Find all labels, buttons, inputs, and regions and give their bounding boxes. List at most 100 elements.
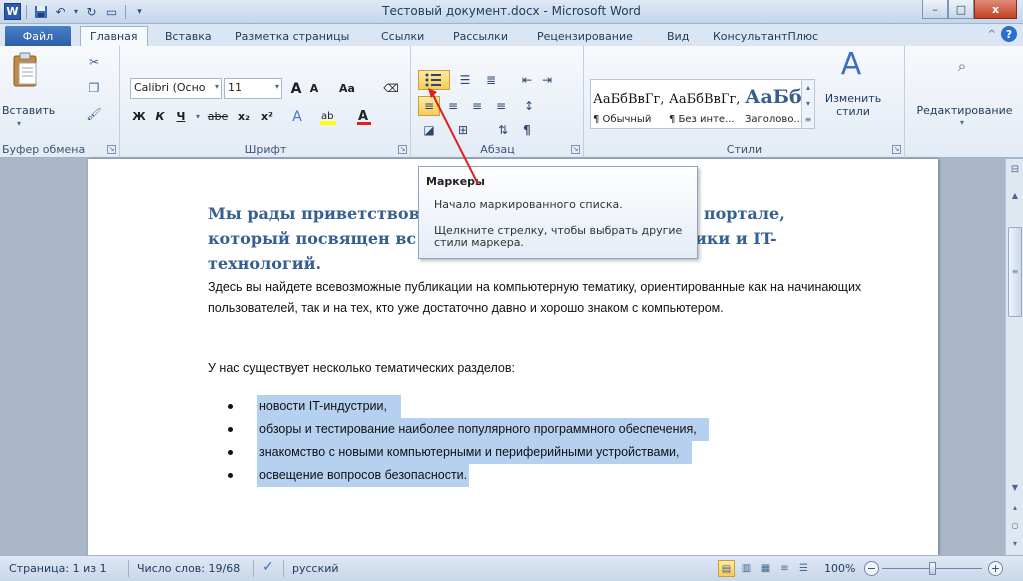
heading-line: Мы рады приветствов	[208, 204, 420, 223]
zoom-slider-thumb[interactable]	[929, 562, 936, 575]
full-screen-reading-icon[interactable]: ▥	[738, 560, 755, 577]
vertical-scrollbar[interactable]: ⊟ ▲ ≡ ▼ ▴ ○ ▾	[1005, 159, 1023, 555]
zoom-level[interactable]: 100%	[824, 562, 855, 575]
underline-button[interactable]: Ч	[172, 106, 190, 127]
find-icon[interactable]: ⌕	[950, 54, 974, 78]
editing-button[interactable]: Редактирование	[906, 104, 1023, 117]
bold-button[interactable]: Ж	[130, 106, 148, 127]
paragraph-launcher-icon[interactable]: ↘	[571, 145, 580, 154]
status-separator	[253, 560, 254, 577]
list-item: освещение вопросов безопасности.	[228, 464, 828, 487]
copy-icon[interactable]: ❐	[86, 80, 102, 96]
styles-scroll[interactable]: ▴ ▾ ≡	[801, 80, 814, 128]
minimize-ribbon-icon[interactable]: ^	[988, 29, 996, 40]
word-count[interactable]: Число слов: 19/68	[137, 562, 240, 575]
multilevel-list-icon[interactable]: ≣	[480, 70, 502, 90]
line-spacing-icon[interactable]: ↕	[518, 96, 540, 116]
list-item-text: освещение вопросов безопасности.	[257, 464, 470, 487]
underline-dropdown-icon[interactable]: ▾	[194, 106, 202, 127]
bullets-button[interactable]	[418, 70, 450, 90]
bullet-dot	[228, 473, 233, 478]
paste-dropdown-icon[interactable]: ▾	[17, 119, 21, 128]
paste-icon[interactable]	[10, 52, 40, 88]
tab-home[interactable]: Главная	[80, 26, 148, 46]
styles-launcher-icon[interactable]: ↘	[892, 145, 901, 154]
sort-icon[interactable]: ⇅	[492, 120, 514, 140]
tab-mailings[interactable]: Рассылки	[453, 26, 508, 46]
clear-formatting-icon[interactable]: ⌫	[381, 78, 401, 99]
print-layout-icon[interactable]: ▤	[718, 560, 735, 577]
ribbon: Вставить ▾ ✂ ❐ 🖌 Буфер обмена ↘ Calibri …	[0, 46, 1023, 158]
highlight-color-icon[interactable]: ab	[317, 106, 343, 127]
web-layout-icon[interactable]: ▦	[757, 560, 774, 577]
clipboard-launcher-icon[interactable]: ↘	[107, 145, 116, 154]
paste-button[interactable]: Вставить	[2, 104, 55, 117]
increase-indent-icon[interactable]: ⇥	[536, 70, 558, 90]
justify-icon[interactable]: ≡	[490, 96, 512, 116]
subscript-button[interactable]: x₂	[234, 106, 254, 127]
superscript-button[interactable]: x²	[257, 106, 277, 127]
style-sample: АаБбВвГг,	[593, 92, 665, 107]
tab-consultantplus[interactable]: КонсультантПлюс	[713, 26, 818, 46]
font-color-icon[interactable]: A	[353, 106, 375, 127]
ruler-toggle-icon[interactable]: ⊟	[1008, 163, 1022, 177]
italic-button[interactable]: К	[151, 106, 169, 127]
tab-page-layout[interactable]: Разметка страницы	[235, 26, 349, 46]
font-size-input[interactable]: 11 ▾	[224, 78, 282, 99]
grow-font-button[interactable]: A	[287, 78, 305, 99]
show-formatting-marks-icon[interactable]: ¶	[516, 120, 538, 140]
help-icon[interactable]: ?	[1001, 26, 1017, 42]
callout-arrow	[428, 88, 479, 185]
window-title: Тестовый документ.docx - Microsoft Word	[382, 4, 641, 18]
outline-icon[interactable]: ≡	[776, 560, 793, 577]
browse-object-icon[interactable]: ○	[1008, 519, 1022, 533]
tab-references[interactable]: Ссылки	[381, 26, 424, 46]
font-group: Calibri (Осно ▾ 11 ▾ A A Aa ⌫ Ж К Ч ▾ ab…	[121, 46, 411, 158]
strikethrough-button[interactable]: abe	[205, 106, 231, 127]
decrease-indent-icon[interactable]: ⇤	[516, 70, 538, 90]
zoom-out-button[interactable]: −	[864, 561, 879, 576]
language-indicator[interactable]: русский	[292, 562, 339, 575]
scroll-up-icon[interactable]: ▲	[1008, 189, 1022, 203]
maximize-button[interactable]: □	[948, 0, 974, 19]
change-styles-button[interactable]: Изменить стили	[823, 92, 883, 118]
tab-review[interactable]: Рецензирование	[537, 26, 633, 46]
tab-insert[interactable]: Вставка	[165, 26, 212, 46]
minimize-button[interactable]: –	[922, 0, 948, 19]
numbering-icon[interactable]: ☰	[454, 70, 476, 90]
previous-page-icon[interactable]: ▴	[1008, 501, 1022, 515]
next-page-icon[interactable]: ▾	[1008, 537, 1022, 551]
font-size-dropdown-icon[interactable]: ▾	[275, 82, 279, 91]
change-case-button[interactable]: Aa	[334, 78, 360, 99]
scroll-down-icon[interactable]: ▼	[1008, 481, 1022, 495]
cut-icon[interactable]: ✂	[86, 54, 102, 70]
draft-icon[interactable]: ☰	[795, 560, 812, 577]
zoom-in-button[interactable]: +	[988, 561, 1003, 576]
tab-file[interactable]: Файл	[5, 26, 71, 46]
shrink-font-button[interactable]: A	[306, 78, 322, 99]
font-launcher-icon[interactable]: ↘	[398, 145, 407, 154]
style-name: ¶ Без инте...	[669, 114, 735, 125]
font-name-input[interactable]: Calibri (Осно ▾	[130, 78, 222, 99]
list-item-text: знакомство с новыми компьютерными и пери…	[257, 441, 692, 464]
font-name-dropdown-icon[interactable]: ▾	[215, 82, 219, 91]
format-painter-icon[interactable]: 🖌	[86, 106, 102, 122]
style-heading[interactable]: АаБбВ Заголово...	[743, 80, 801, 128]
tab-view[interactable]: Вид	[667, 26, 689, 46]
proofing-icon[interactable]: ✓	[262, 559, 274, 575]
change-styles-icon[interactable]: A	[833, 47, 869, 82]
page-count[interactable]: Страница: 1 из 1	[9, 562, 107, 575]
svg-text:ab: ab	[321, 111, 333, 122]
list-item-text: обзоры и тестирование наиболее популярно…	[257, 418, 709, 441]
editing-group: ⌕ Редактирование ▾	[906, 46, 1023, 158]
text-effects-icon[interactable]: A	[286, 106, 308, 127]
title-bar: W ↶ ▾ ↻ ▭ ▾ Тестовый документ.docx - Mic…	[0, 0, 1023, 24]
editing-dropdown-icon[interactable]: ▾	[960, 118, 964, 127]
bullet-dot	[228, 404, 233, 409]
style-normal[interactable]: АаБбВвГг, ¶ Обычный	[591, 80, 666, 128]
scroll-thumb[interactable]: ≡	[1008, 227, 1022, 317]
paragraph-sections: У нас существует несколько тематических …	[208, 361, 515, 375]
close-button[interactable]: x	[974, 0, 1017, 19]
font-name-value: Calibri (Осно	[134, 81, 206, 94]
style-no-spacing[interactable]: АаБбВвГг, ¶ Без инте...	[667, 80, 742, 128]
